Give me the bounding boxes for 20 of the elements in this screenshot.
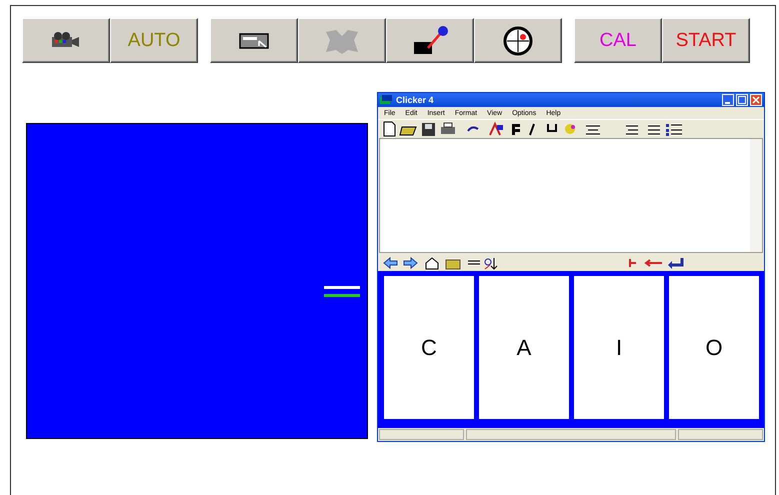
grid-cell[interactable]: O — [669, 276, 759, 419]
window-cursor-button[interactable] — [210, 18, 298, 63]
level-lines-icon — [324, 286, 360, 298]
close-icon — [752, 96, 760, 104]
target-icon — [501, 24, 535, 58]
close-button[interactable] — [750, 94, 762, 106]
minimize-button[interactable] — [722, 94, 734, 106]
text-area[interactable] — [379, 138, 763, 253]
maximize-button[interactable] — [736, 94, 748, 106]
scrollbar[interactable] — [750, 139, 762, 252]
window-title: Clicker 4 — [396, 95, 434, 105]
window-cursor-icon — [238, 30, 270, 50]
target-button[interactable] — [474, 18, 562, 63]
app-icon — [380, 94, 392, 106]
camera-button[interactable] — [22, 18, 110, 63]
connect-button[interactable] — [386, 18, 474, 63]
grid-cell[interactable]: C — [384, 276, 474, 419]
grid-cell[interactable]: A — [479, 276, 569, 419]
maximize-icon — [738, 96, 746, 104]
grid-cell[interactable]: I — [574, 276, 664, 419]
